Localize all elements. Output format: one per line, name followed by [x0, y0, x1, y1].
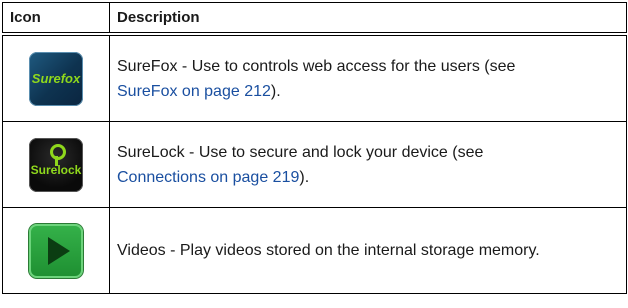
description-text: SureFox - Use to controls web access for… — [117, 57, 516, 75]
surefox-icon-label: Surefox — [31, 70, 81, 86]
table-header-row: Icon Description — [2, 2, 627, 36]
table-row: Surefox SureFox - Use to controls web ac… — [2, 33, 627, 122]
play-triangle-icon — [48, 236, 70, 265]
lock-shackle — [50, 143, 66, 160]
connections-page-link[interactable]: Connections on page 219 — [117, 169, 299, 186]
icon-cell: Surelock — [2, 121, 110, 208]
table-row: Surelock SureLock - Use to secure and lo… — [2, 121, 627, 208]
description-cell: SureFox - Use to controls web access for… — [109, 33, 627, 122]
icon-description-table: Icon Description Surefox SureFox - Use t… — [2, 2, 627, 294]
description-text: SureLock - Use to secure and lock your d… — [117, 143, 484, 161]
description-column-header: Description — [109, 2, 627, 36]
description-cell: Videos - Play videos stored on the inter… — [109, 207, 627, 294]
description-cell: SureLock - Use to secure and lock your d… — [109, 121, 627, 208]
surefox-icon: Surefox — [29, 51, 83, 106]
icon-cell — [2, 207, 110, 294]
description-suffix: ). — [270, 82, 281, 100]
description-suffix: ). — [299, 168, 310, 186]
icon-cell: Surefox — [2, 33, 110, 122]
surefox-page-link[interactable]: SureFox on page 212 — [117, 83, 271, 100]
surelock-icon-label: Surelock — [30, 162, 82, 177]
surelock-icon: Surelock — [29, 137, 83, 192]
table-row: Videos - Play videos stored on the inter… — [2, 207, 627, 294]
icon-column-header: Icon — [2, 2, 110, 36]
videos-play-icon — [29, 223, 83, 278]
description-text: Videos - Play videos stored on the inter… — [117, 242, 540, 259]
